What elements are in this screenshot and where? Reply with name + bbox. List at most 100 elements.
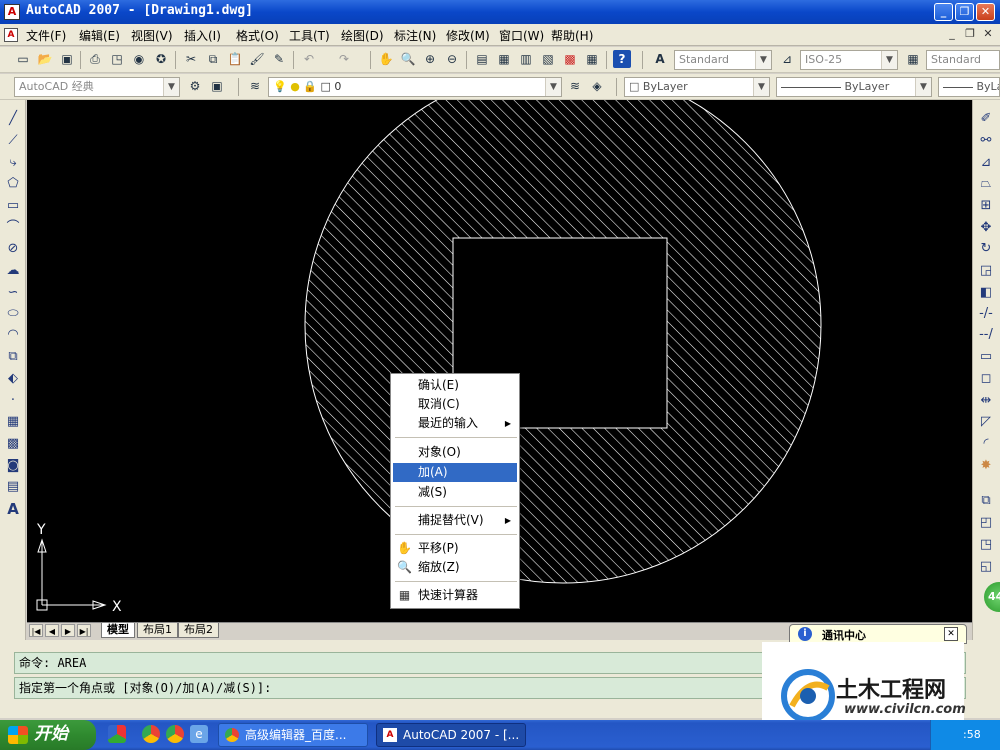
menu-modify[interactable]: 修改(M) <box>446 27 490 44</box>
bring-above-icon[interactable]: ◱ <box>977 558 995 576</box>
menu-item-pan[interactable]: ✋ 平移(P) <box>393 539 517 558</box>
sheet-set-icon[interactable]: ▧ <box>539 50 557 68</box>
workspace-select[interactable]: AutoCAD 经典 ▼ <box>14 77 180 97</box>
tool-palettes-icon[interactable]: ▥ <box>517 50 535 68</box>
new-icon[interactable]: ▭ <box>14 50 32 68</box>
undo-icon[interactable]: ↶ <box>300 50 318 68</box>
polygon-icon[interactable]: ⬠ <box>4 175 22 193</box>
close-button[interactable]: ✕ <box>976 3 995 21</box>
menu-item-recent-input[interactable]: 最近的输入 ▶ <box>393 414 517 433</box>
menu-item-cancel[interactable]: 取消(C) <box>393 395 517 414</box>
open-icon[interactable]: 📂 <box>36 50 54 68</box>
insert-block-icon[interactable]: ⧉ <box>4 348 22 366</box>
scale-icon[interactable]: ◲ <box>977 262 995 280</box>
menu-tools[interactable]: 工具(T) <box>289 27 330 44</box>
layer-properties-icon[interactable]: ≋ <box>246 77 264 95</box>
ellipse-arc-icon[interactable]: ◠ <box>4 326 22 344</box>
menu-item-object[interactable]: 对象(O) <box>393 443 517 462</box>
progress-badge[interactable]: 44 <box>984 582 1000 612</box>
mirror-icon[interactable]: ⊿ <box>977 154 995 172</box>
task-autocad[interactable]: A AutoCAD 2007 - [... <box>376 723 526 747</box>
gradient-icon[interactable]: ▩ <box>4 435 22 453</box>
copy-icon[interactable]: ⧉ <box>204 50 222 68</box>
menu-item-add[interactable]: 加(A) <box>393 463 517 482</box>
break-icon[interactable]: ◻ <box>977 370 995 388</box>
rectangle-icon[interactable]: ▭ <box>4 197 22 215</box>
menu-item-enter[interactable]: 确认(E) <box>393 376 517 395</box>
title-bar[interactable]: A AutoCAD 2007 - [Drawing1.dwg] _ ❐ ✕ <box>0 0 1000 24</box>
hatch-icon[interactable]: ▦ <box>4 413 22 431</box>
properties-icon[interactable]: ▤ <box>473 50 491 68</box>
trim-icon[interactable]: -/- <box>977 305 995 323</box>
print-preview-icon[interactable]: ◳ <box>108 50 126 68</box>
publish-icon[interactable]: ◉ <box>130 50 148 68</box>
menu-view[interactable]: 视图(V) <box>131 27 173 44</box>
hatched-circle[interactable] <box>305 100 821 583</box>
mdi-close-button[interactable]: ✕ <box>980 27 996 42</box>
line-icon[interactable]: ╱ <box>4 110 22 128</box>
move-icon[interactable]: ✥ <box>977 219 995 237</box>
menu-item-zoom[interactable]: 🔍 缩放(Z) <box>393 558 517 577</box>
menu-item-quickcalc[interactable]: ▦ 快速计算器 <box>393 586 517 605</box>
browser-icon[interactable]: e <box>190 725 208 743</box>
tab-model[interactable]: 模型 <box>101 623 135 638</box>
offset-icon[interactable]: ⏢ <box>977 175 995 193</box>
draw-order-icon[interactable]: ⧉ <box>977 492 995 510</box>
restore-button[interactable]: ❐ <box>955 3 974 21</box>
markup-icon[interactable]: ▩ <box>561 50 579 68</box>
lineweight-select[interactable]: ByLa <box>938 77 1000 97</box>
notification-close-button[interactable]: ✕ <box>944 627 958 641</box>
menu-item-subtract[interactable]: 减(S) <box>393 483 517 502</box>
send-to-back-icon[interactable]: ◳ <box>977 536 995 554</box>
color-select[interactable]: □ ByLayer ▼ <box>624 77 770 97</box>
task-baidu-editor[interactable]: 高级编辑器_百度... <box>218 723 368 747</box>
menu-edit[interactable]: 编辑(E) <box>79 27 120 44</box>
table-style-icon[interactable]: ▦ <box>904 50 922 68</box>
zoom-window-icon[interactable]: ⊕ <box>421 50 439 68</box>
table-style-select[interactable]: Standard <box>926 50 1000 70</box>
paste-icon[interactable]: 📋 <box>226 50 244 68</box>
bring-to-front-icon[interactable]: ◰ <box>977 514 995 532</box>
explode-icon[interactable]: ✸ <box>977 457 995 475</box>
point-icon[interactable]: · <box>4 392 22 410</box>
spline-icon[interactable]: ∽ <box>4 284 22 302</box>
revision-cloud-icon[interactable]: ☁ <box>4 262 22 280</box>
text-style-icon[interactable]: A <box>651 50 669 68</box>
region-icon[interactable]: ◙ <box>4 457 22 475</box>
table-icon[interactable]: ▤ <box>4 478 22 496</box>
menu-help[interactable]: 帮助(H) <box>551 27 593 44</box>
start-button[interactable]: 开始 <box>0 720 96 750</box>
cut-icon[interactable]: ✂ <box>182 50 200 68</box>
multiline-text-icon[interactable]: A <box>4 500 22 518</box>
document-icon[interactable]: A <box>4 28 18 42</box>
chamfer-icon[interactable]: ◸ <box>977 413 995 431</box>
layer-select[interactable]: 💡 ● 🔒 □ 0 ▼ <box>268 77 562 97</box>
dim-style-icon[interactable]: ⊿ <box>778 50 796 68</box>
autocad-app-icon[interactable]: A <box>4 4 20 20</box>
menu-draw[interactable]: 绘图(D) <box>341 27 384 44</box>
prev-tab-icon[interactable]: ◀ <box>45 624 59 637</box>
next-tab-icon[interactable]: ▶ <box>61 624 75 637</box>
block-editor-icon[interactable]: ✎ <box>270 50 288 68</box>
workspace-settings-icon[interactable]: ⚙ <box>186 77 204 95</box>
help-icon[interactable]: ? <box>613 50 631 68</box>
quicklaunch-app-icon[interactable] <box>108 725 126 743</box>
menu-window[interactable]: 窗口(W) <box>499 27 544 44</box>
erase-icon[interactable]: ✐ <box>977 110 995 128</box>
join-icon[interactable]: ⇹ <box>977 392 995 410</box>
quickcalc-icon[interactable]: ▦ <box>583 50 601 68</box>
menu-format[interactable]: 格式(O) <box>236 27 279 44</box>
last-tab-icon[interactable]: ▶| <box>77 624 91 637</box>
linetype-select[interactable]: ByLayer ▼ <box>776 77 932 97</box>
polyline-icon[interactable]: ⤷ <box>4 154 22 172</box>
circle-icon[interactable]: ⊘ <box>4 240 22 258</box>
make-block-icon[interactable]: ⬖ <box>4 370 22 388</box>
menu-dimension[interactable]: 标注(N) <box>394 27 436 44</box>
communication-center-balloon[interactable]: i 通讯中心 ✕ <box>789 624 967 644</box>
stretch-icon[interactable]: ◧ <box>977 284 995 302</box>
dim-style-select[interactable]: ISO-25 ▼ <box>800 50 898 70</box>
design-center-icon[interactable]: ▦ <box>495 50 513 68</box>
mdi-minimize-button[interactable]: _ <box>944 27 960 42</box>
match-properties-icon[interactable]: 🖌 <box>248 50 266 68</box>
make-current-layer-icon[interactable]: ≋ <box>566 77 584 95</box>
